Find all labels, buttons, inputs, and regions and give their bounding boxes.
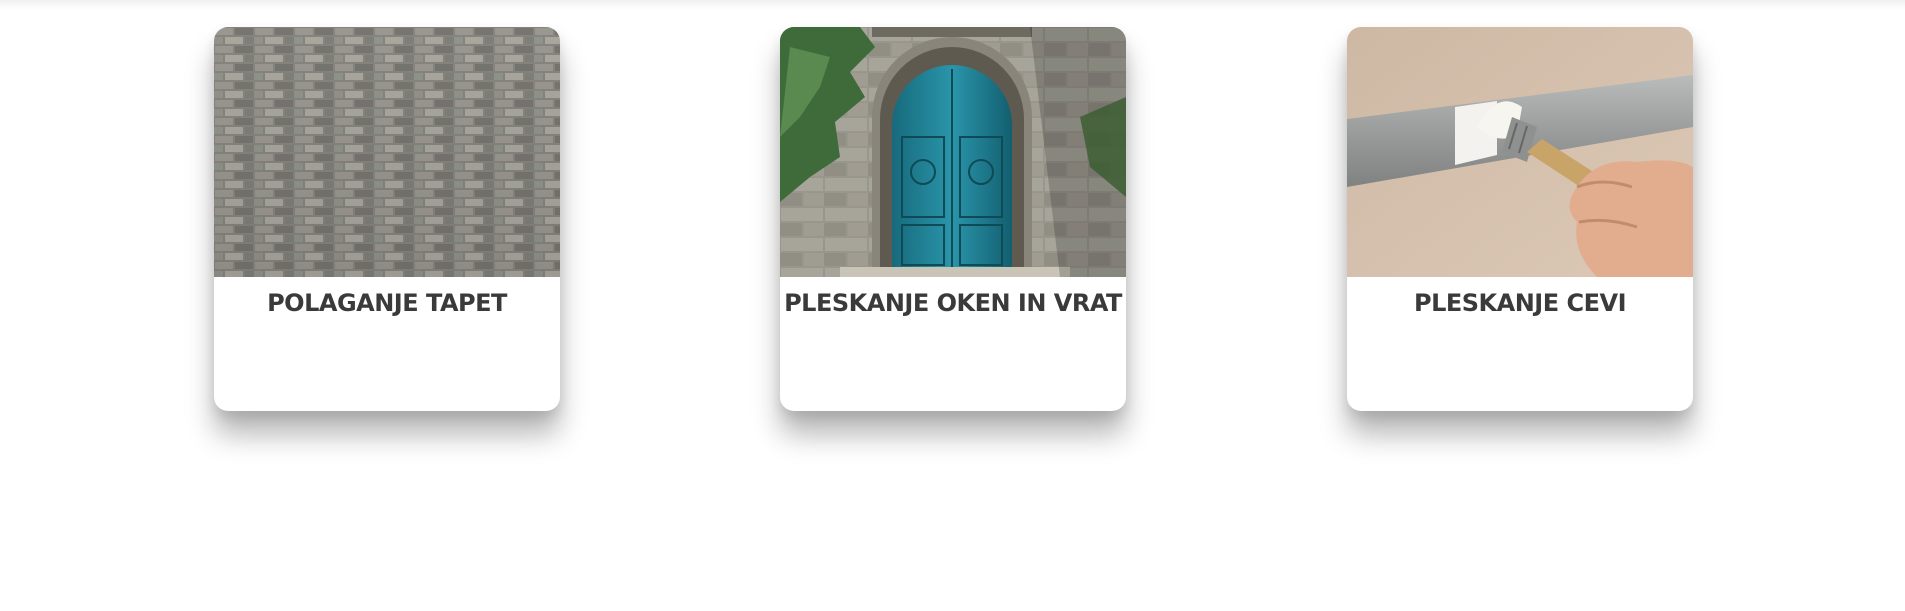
service-card-windows-doors[interactable]: PLESKANJE OKEN IN VRAT xyxy=(780,27,1126,411)
header-shadow xyxy=(0,0,1905,10)
stone-brick-wall-image xyxy=(214,27,560,277)
service-card-wallpaper[interactable]: POLAGANJE TAPET xyxy=(214,27,560,411)
painting-pipe-image xyxy=(1347,27,1693,277)
service-card-pipes[interactable]: PLESKANJE CEVI xyxy=(1347,27,1693,411)
card-title: PLESKANJE CEVI xyxy=(1413,289,1627,317)
card-title: PLESKANJE OKEN IN VRAT xyxy=(784,289,1122,317)
arched-teal-door-image xyxy=(780,27,1126,277)
card-title: POLAGANJE TAPET xyxy=(267,289,507,317)
